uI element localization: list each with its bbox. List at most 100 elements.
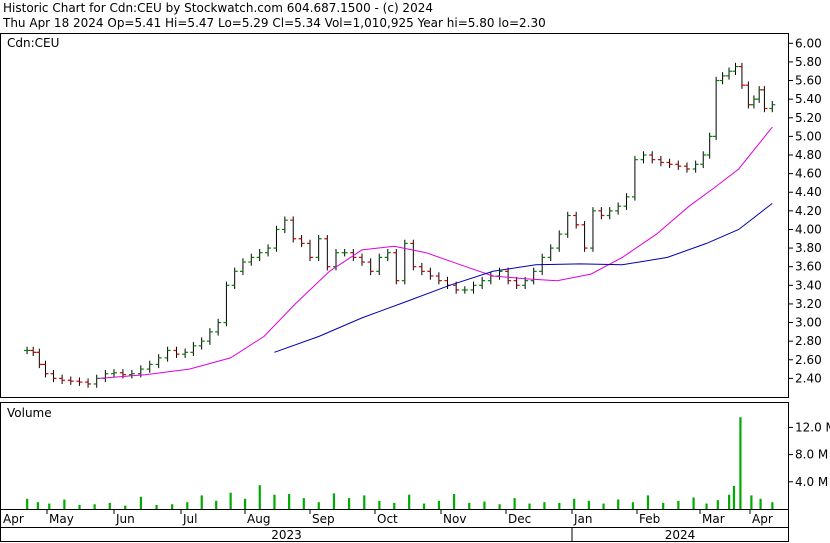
volume-bar xyxy=(528,503,531,509)
month-label: Jul xyxy=(182,512,197,526)
volume-bar xyxy=(258,485,261,509)
month-label: Sep xyxy=(312,512,335,526)
volume-bar xyxy=(558,502,561,509)
volume-panel-label: Volume xyxy=(7,406,52,420)
volume-bar xyxy=(171,504,174,509)
volume-bar xyxy=(498,504,501,509)
month-label: Apr xyxy=(752,512,773,526)
volume-bar xyxy=(677,500,680,509)
price-tick-label: 5.80 xyxy=(795,55,822,69)
month-label: Jun xyxy=(115,512,135,526)
price-tick-label: 2.40 xyxy=(795,371,822,385)
volume-bar xyxy=(139,496,142,509)
price-tick-label: 6.00 xyxy=(795,36,822,50)
volume-bar xyxy=(692,497,695,509)
month-label: May xyxy=(49,512,74,526)
volume-bar xyxy=(288,494,291,509)
price-tick-label: 5.20 xyxy=(795,111,822,125)
price-tick-label: 3.40 xyxy=(795,278,822,292)
volume-bar xyxy=(215,500,218,509)
volume-bar xyxy=(513,498,516,509)
price-bars xyxy=(24,62,776,388)
volume-bar xyxy=(378,500,381,509)
price-panel-frame xyxy=(0,33,789,398)
volume-bar xyxy=(759,498,762,509)
volume-bar xyxy=(273,494,276,509)
volume-bar xyxy=(573,498,576,509)
volume-bar xyxy=(78,504,81,509)
month-label: Feb xyxy=(639,512,660,526)
volume-bar xyxy=(26,498,29,509)
volume-bar xyxy=(363,495,366,509)
year-label: 2023 xyxy=(271,528,302,542)
volume-bar xyxy=(393,502,396,509)
price-tick-label: 4.40 xyxy=(795,185,822,199)
year-label: 2024 xyxy=(665,528,696,542)
volume-bar xyxy=(728,494,731,509)
price-tick-label: 5.00 xyxy=(795,129,822,143)
volume-bar xyxy=(468,502,471,509)
stock-chart-svg: Cdn:CEU Volume 2.40 2.60 2.80 3.00 3.20 3.40 3… xyxy=(0,33,830,542)
volume-bar xyxy=(662,502,665,509)
month-axis: Apr May Jun Jul Aug Sep Oct Nov Dec Jan Feb Mar Apr xyxy=(3,509,773,526)
volume-tick-label: 8.0 M xyxy=(795,448,828,462)
volume-bar xyxy=(750,495,753,509)
volume-bar xyxy=(348,498,351,509)
month-label: Dec xyxy=(508,512,531,526)
price-tick-label: 4.60 xyxy=(795,167,822,181)
volume-bar xyxy=(317,502,320,509)
volume-bar xyxy=(587,500,590,509)
volume-bar xyxy=(705,503,708,509)
price-tick-label: 3.80 xyxy=(795,241,822,255)
volume-bar xyxy=(244,498,247,509)
price-tick-label: 5.40 xyxy=(795,92,822,106)
volume-bar xyxy=(332,493,336,509)
volume-bar xyxy=(437,500,441,509)
month-label: Aug xyxy=(247,512,270,526)
volume-bar xyxy=(229,492,232,509)
volume-bar xyxy=(408,494,411,509)
month-label: Apr xyxy=(3,512,24,526)
month-label: Mar xyxy=(702,512,725,526)
volume-bar xyxy=(124,505,127,509)
price-tick-label: 2.80 xyxy=(795,334,822,348)
volume-axis: 4.0 M 8.0 M 12.0 M xyxy=(788,420,830,489)
year-axis: 2023 2024 xyxy=(271,527,695,542)
volume-bar xyxy=(739,417,742,509)
price-tick-label: 3.20 xyxy=(795,297,822,311)
volume-bar xyxy=(422,503,426,509)
price-axis: 2.40 2.60 2.80 3.00 3.20 3.40 3.60 3.80 4.00 4.20… xyxy=(788,36,822,385)
month-label: Nov xyxy=(443,512,466,526)
volume-bar xyxy=(602,503,605,509)
chart-stage: Historic Chart for Cdn:CEU by Stockwatch… xyxy=(0,0,830,543)
volume-tick-label: 12.0 M xyxy=(795,420,830,434)
price-tick-label: 3.60 xyxy=(795,260,822,274)
price-tick-label: 3.00 xyxy=(795,316,822,330)
volume-bar xyxy=(631,502,635,509)
volume-bar xyxy=(543,502,546,509)
volume-bar xyxy=(716,500,719,509)
volume-bar xyxy=(302,498,305,509)
symbol-label: Cdn:CEU xyxy=(7,36,59,50)
price-tick-label: 5.60 xyxy=(795,74,822,88)
volume-bar xyxy=(617,499,620,509)
volume-bar xyxy=(186,502,189,509)
price-tick-label: 4.00 xyxy=(795,222,822,236)
month-label: Jan xyxy=(573,512,593,526)
month-label: Oct xyxy=(377,512,398,526)
volume-tick-label: 4.0 M xyxy=(795,475,828,489)
volume-bars xyxy=(26,417,774,509)
price-tick-label: 2.60 xyxy=(795,353,822,367)
volume-bar xyxy=(36,502,39,509)
volume-bar xyxy=(646,495,650,509)
volume-bar xyxy=(200,495,203,509)
price-tick-label: 4.20 xyxy=(795,204,822,218)
volume-bar xyxy=(483,501,486,509)
volume-bar xyxy=(108,502,111,509)
volume-bar xyxy=(63,499,66,509)
volume-bar xyxy=(93,504,96,509)
volume-bar xyxy=(453,494,456,509)
moving-average-long-line xyxy=(274,203,773,353)
volume-bar xyxy=(732,485,736,509)
volume-bar xyxy=(48,503,51,509)
